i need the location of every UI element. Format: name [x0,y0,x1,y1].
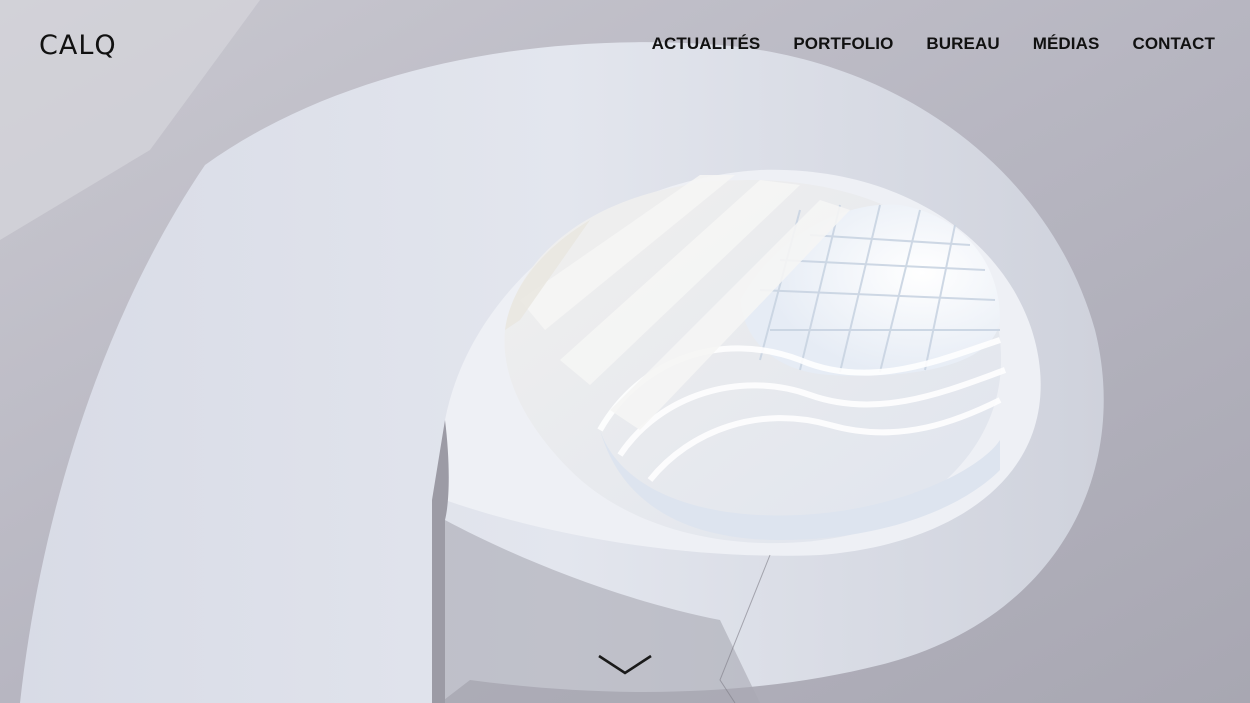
nav-item-actualites[interactable]: ACTUALITÉS [652,34,761,54]
hero-image [0,0,1250,703]
nav-item-portfolio[interactable]: PORTFOLIO [793,34,893,54]
nav-item-medias[interactable]: MÉDIAS [1033,34,1100,54]
nav-item-bureau[interactable]: BUREAU [926,34,999,54]
chevron-down-icon [598,654,652,675]
site-header: CALQ ACTUALITÉS PORTFOLIO BUREAU MÉDIAS … [0,0,1250,90]
scroll-down-button[interactable] [596,650,654,680]
nav-item-contact[interactable]: CONTACT [1132,34,1215,54]
main-nav: ACTUALITÉS PORTFOLIO BUREAU MÉDIAS CONTA… [652,34,1215,54]
site-logo[interactable]: CALQ [39,30,117,61]
hero-section: CALQ ACTUALITÉS PORTFOLIO BUREAU MÉDIAS … [0,0,1250,703]
